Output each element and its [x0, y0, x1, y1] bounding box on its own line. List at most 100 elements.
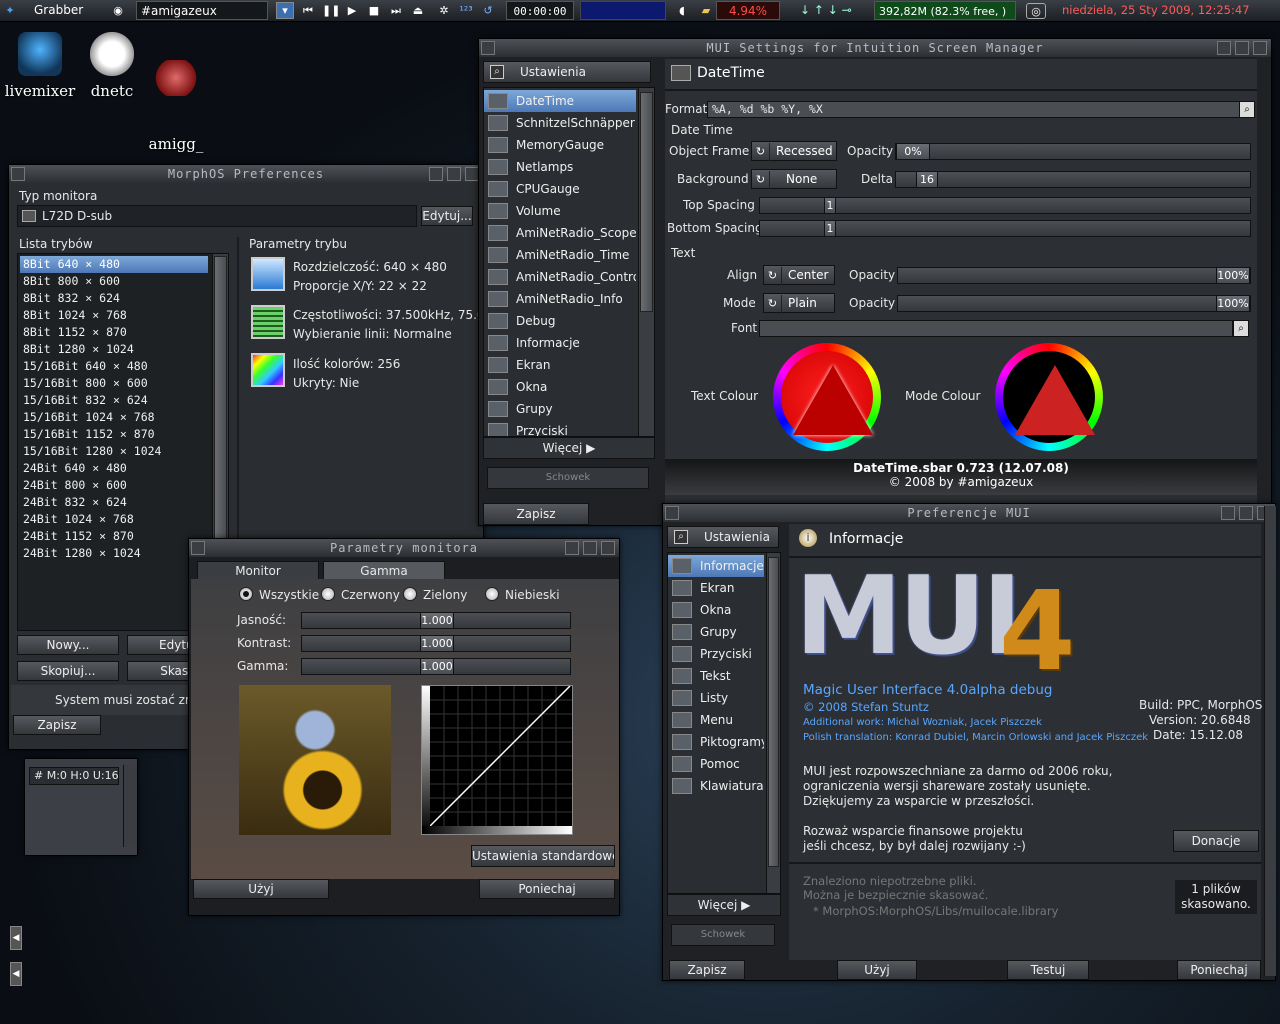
text-opacity-slider[interactable]: 100%: [897, 267, 1251, 284]
plugin-item[interactable]: AmiNetRadio_Scope: [484, 222, 636, 244]
window-title[interactable]: MorphOS Preferences: [9, 165, 483, 183]
object-frame-cycle[interactable]: ↻ Recessed: [751, 141, 837, 161]
more-button[interactable]: Więcej ▶: [667, 894, 781, 916]
mode-list-item[interactable]: 15/16Bit 1152 × 870: [20, 426, 208, 443]
mode-list-item[interactable]: 8Bit 1152 × 870: [20, 324, 208, 341]
plugin-item[interactable]: CPUGauge: [484, 178, 636, 200]
desktop-icon-livemixer[interactable]: livemixer: [0, 32, 80, 100]
copy-mode-button[interactable]: Skopiuj...: [17, 661, 119, 681]
save-button[interactable]: Zapisz: [483, 503, 589, 525]
prefs-category-text[interactable]: Tekst: [668, 665, 764, 687]
repeat-icon[interactable]: ↺: [480, 3, 496, 18]
prefs-category-icon[interactable]: Piktogramy: [668, 731, 764, 753]
plugin-item[interactable]: Grupy: [484, 398, 636, 420]
prefs-category-list[interactable]: Informacje Ekran Okna Grupy Przyciski Tekst Li…: [667, 552, 781, 894]
mode-list-item[interactable]: 8Bit 640 × 480: [20, 256, 208, 273]
tab-gamma[interactable]: Gamma: [323, 561, 445, 579]
prefs-scrollbar[interactable]: [766, 553, 780, 893]
screen-selector[interactable]: #amigazeux: [136, 1, 268, 20]
cancel-button[interactable]: Poniechaj: [1177, 960, 1261, 980]
brightness-slider[interactable]: 1.000: [301, 612, 571, 629]
left-arrow-icon[interactable]: ◀: [10, 962, 22, 986]
plugin-item[interactable]: Volume: [484, 200, 636, 222]
close-icon[interactable]: [11, 167, 25, 181]
mode-list-item[interactable]: 15/16Bit 1280 × 1024: [20, 443, 208, 460]
prefs-category-keyboard[interactable]: Klawiatura: [668, 775, 764, 797]
net-icon[interactable]: ▰: [698, 3, 714, 18]
iconify-icon[interactable]: [1217, 41, 1231, 55]
chevron-down-icon[interactable]: ▾: [276, 2, 294, 19]
mode-list-item[interactable]: 15/16Bit 640 × 480: [20, 358, 208, 375]
scroll-thumb[interactable]: [768, 557, 779, 867]
gamma-knob[interactable]: 1.000: [420, 659, 454, 674]
mode-list-item[interactable]: 24Bit 640 × 480: [20, 460, 208, 477]
close-icon[interactable]: [665, 506, 679, 520]
delta-knob[interactable]: 16: [916, 172, 938, 187]
text-opacity-knob[interactable]: 100%: [1216, 268, 1250, 283]
bottom-spacing-knob[interactable]: 1: [824, 221, 836, 236]
mode-cycle[interactable]: ↻ Plain: [763, 293, 835, 313]
brightness-knob[interactable]: 1.000: [420, 613, 454, 628]
window-title[interactable]: Parametry monitora: [189, 539, 619, 557]
numbers-icon[interactable]: ¹²³: [458, 3, 474, 18]
mode-list-item[interactable]: 24Bit 1024 × 768: [20, 511, 208, 528]
prefs-category-screen[interactable]: Ekran: [668, 577, 764, 599]
plugin-scrollbar[interactable]: [638, 88, 654, 436]
window-title[interactable]: Preferencje MUI: [663, 504, 1275, 522]
plugin-item[interactable]: AmiNetRadio_Info: [484, 288, 636, 310]
opacity-knob[interactable]: 0%: [896, 144, 930, 159]
settings-menu-button[interactable]: ⌕ Ustawienia: [667, 526, 779, 548]
radio-red[interactable]: [321, 587, 335, 601]
edit-monitor-button[interactable]: Edytuj...: [421, 206, 473, 226]
opacity-slider[interactable]: 0%: [895, 143, 1251, 160]
plugin-item[interactable]: Informacje: [484, 332, 636, 354]
camera-icon[interactable]: ◎: [1026, 3, 1046, 19]
mode-list-item[interactable]: 8Bit 832 × 624: [20, 290, 208, 307]
text-colour-wheel[interactable]: [773, 343, 881, 451]
align-cycle[interactable]: ↻ Center: [763, 265, 835, 285]
mode-list-item[interactable]: 8Bit 800 × 600: [20, 273, 208, 290]
plugin-item[interactable]: AmiNetRadio_Time: [484, 244, 636, 266]
prefs-category-help[interactable]: Pomoc: [668, 753, 764, 775]
mode-list-item[interactable]: 24Bit 1152 × 870: [20, 528, 208, 545]
volume-icon[interactable]: ◖: [674, 3, 690, 18]
tab-monitor[interactable]: Monitor: [197, 561, 319, 579]
app-icon[interactable]: ◉: [110, 3, 126, 18]
scroll-thumb[interactable]: [640, 92, 653, 312]
font-search-icon[interactable]: ⌕: [1233, 320, 1249, 337]
mode-opacity-slider[interactable]: 100%: [897, 295, 1251, 312]
play-icon[interactable]: ▶: [344, 3, 360, 18]
right-scrollbar[interactable]: [1264, 506, 1276, 976]
next-track-icon[interactable]: ⏭: [388, 3, 404, 18]
clipboard-button[interactable]: Schowek: [487, 467, 649, 489]
new-mode-button[interactable]: Nowy...: [17, 635, 119, 655]
defaults-button[interactable]: Ustawienia standardowe: [471, 845, 615, 867]
mode-list-item[interactable]: 15/16Bit 832 × 624: [20, 392, 208, 409]
settings-icon[interactable]: ✲: [436, 3, 452, 18]
gamma-slider[interactable]: 1.000: [301, 658, 571, 675]
plugin-item[interactable]: AmiNetRadio_Control: [484, 266, 636, 288]
plugin-list[interactable]: DateTime SchnitzelSchnäpper MemoryGauge Net…: [483, 87, 655, 437]
radio-blue[interactable]: [485, 587, 499, 601]
plugin-item[interactable]: SchnitzelSchnäpper: [484, 112, 636, 134]
delta-slider[interactable]: 16: [895, 171, 1251, 188]
plugin-item[interactable]: Przyciski: [484, 420, 636, 436]
plugin-item[interactable]: DateTime: [484, 90, 636, 112]
prefs-category-group[interactable]: Grupy: [668, 621, 764, 643]
bottom-spacing-slider[interactable]: 1: [759, 220, 1251, 237]
eject-icon[interactable]: ⏏: [410, 3, 426, 18]
prefs-category-list[interactable]: Listy: [668, 687, 764, 709]
pause-icon[interactable]: ❚❚: [322, 3, 340, 18]
mode-colour-wheel[interactable]: [995, 343, 1103, 451]
prefs-category-button[interactable]: Przyciski: [668, 643, 764, 665]
radio-green[interactable]: [403, 587, 417, 601]
settings-menu-button[interactable]: ⌕ Ustawienia: [483, 61, 651, 83]
test-button[interactable]: Testuj: [1007, 960, 1089, 980]
plugin-item[interactable]: Okna: [484, 376, 636, 398]
format-input[interactable]: %A, %d %b %Y, %X: [707, 101, 1241, 118]
mode-list-item[interactable]: 24Bit 1280 × 1024: [20, 545, 208, 562]
plugin-item[interactable]: MemoryGauge: [484, 134, 636, 156]
contrast-knob[interactable]: 1.000: [420, 636, 454, 651]
contrast-slider[interactable]: 1.000: [301, 635, 571, 652]
counter-scrollbar[interactable]: [123, 765, 137, 847]
